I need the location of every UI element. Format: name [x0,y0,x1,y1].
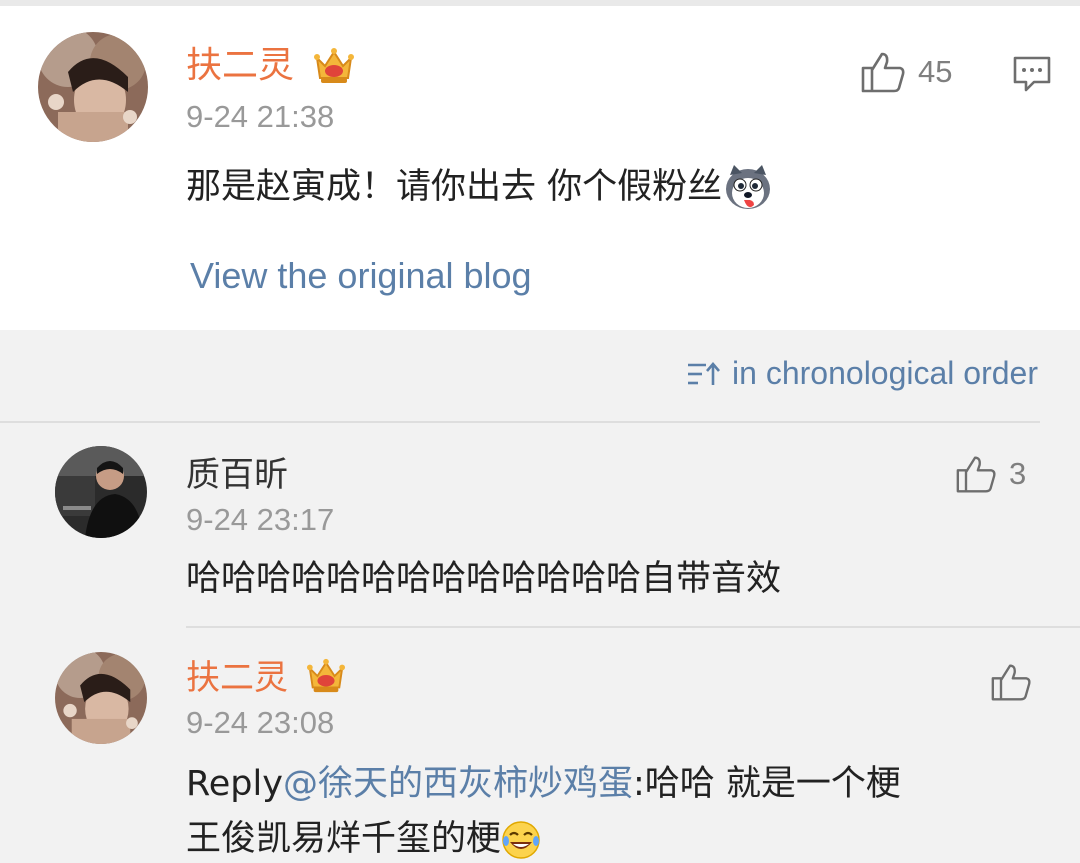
avatar[interactable] [55,652,147,744]
thumbs-up-icon [861,52,905,93]
comment-text: 王俊凯易烊千玺的梗 [186,819,502,859]
thumbs-up-icon[interactable] [990,662,1032,702]
sort-icon [688,361,721,385]
thumbs-up-icon [956,456,996,493]
avatar[interactable] [38,32,148,142]
sort-toggle[interactable]: in chronological order [686,355,1038,392]
like-count: 45 [918,54,953,89]
laughing-tears-emoji-icon [502,821,540,859]
comment-content: Reply@徐天的西灰柿炒鸡蛋:哈哈 就是一个梗 [186,763,901,805]
like-button[interactable]: 45 [860,50,952,94]
timestamp: 9-24 23:17 [186,502,335,537]
post-content: 那是赵寅成！请你出去 你个假粉丝 [186,165,774,211]
timestamp: 9-24 23:08 [186,705,335,740]
username[interactable]: 扶二灵 [186,658,288,698]
reply-text: :哈哈 就是一个梗 [632,764,901,804]
username[interactable]: 质百昕 [186,455,288,495]
comment-content: 哈哈哈哈哈哈哈哈哈哈哈哈哈自带音效 [186,559,782,599]
comment-content-line2: 王俊凯易烊千玺的梗 [186,818,541,860]
reply-mention-link[interactable]: @徐天的西灰柿炒鸡蛋 [283,764,633,804]
username[interactable]: 扶二灵 [186,46,294,86]
divider [0,421,1040,423]
divider [186,626,1080,628]
husky-emoji-icon [726,165,771,209]
reply-prefix: Reply [186,764,283,804]
main-post: 扶二灵 9-24 21:38 45 那是赵寅成！请你出去 你个假粉丝 View … [0,6,1080,330]
vip-crown-icon[interactable] [306,657,346,695]
post-text: 那是赵寅成！请你出去 你个假粉丝 [186,167,723,207]
vip-crown-icon[interactable] [313,46,355,86]
like-count: 3 [1009,456,1027,491]
view-original-link[interactable]: View the original blog [190,254,532,298]
timestamp: 9-24 21:38 [186,99,335,134]
comment-icon[interactable] [1012,54,1052,94]
like-button[interactable]: 3 [955,454,1026,494]
sort-label: in chronological order [732,355,1038,391]
avatar[interactable] [55,446,147,538]
